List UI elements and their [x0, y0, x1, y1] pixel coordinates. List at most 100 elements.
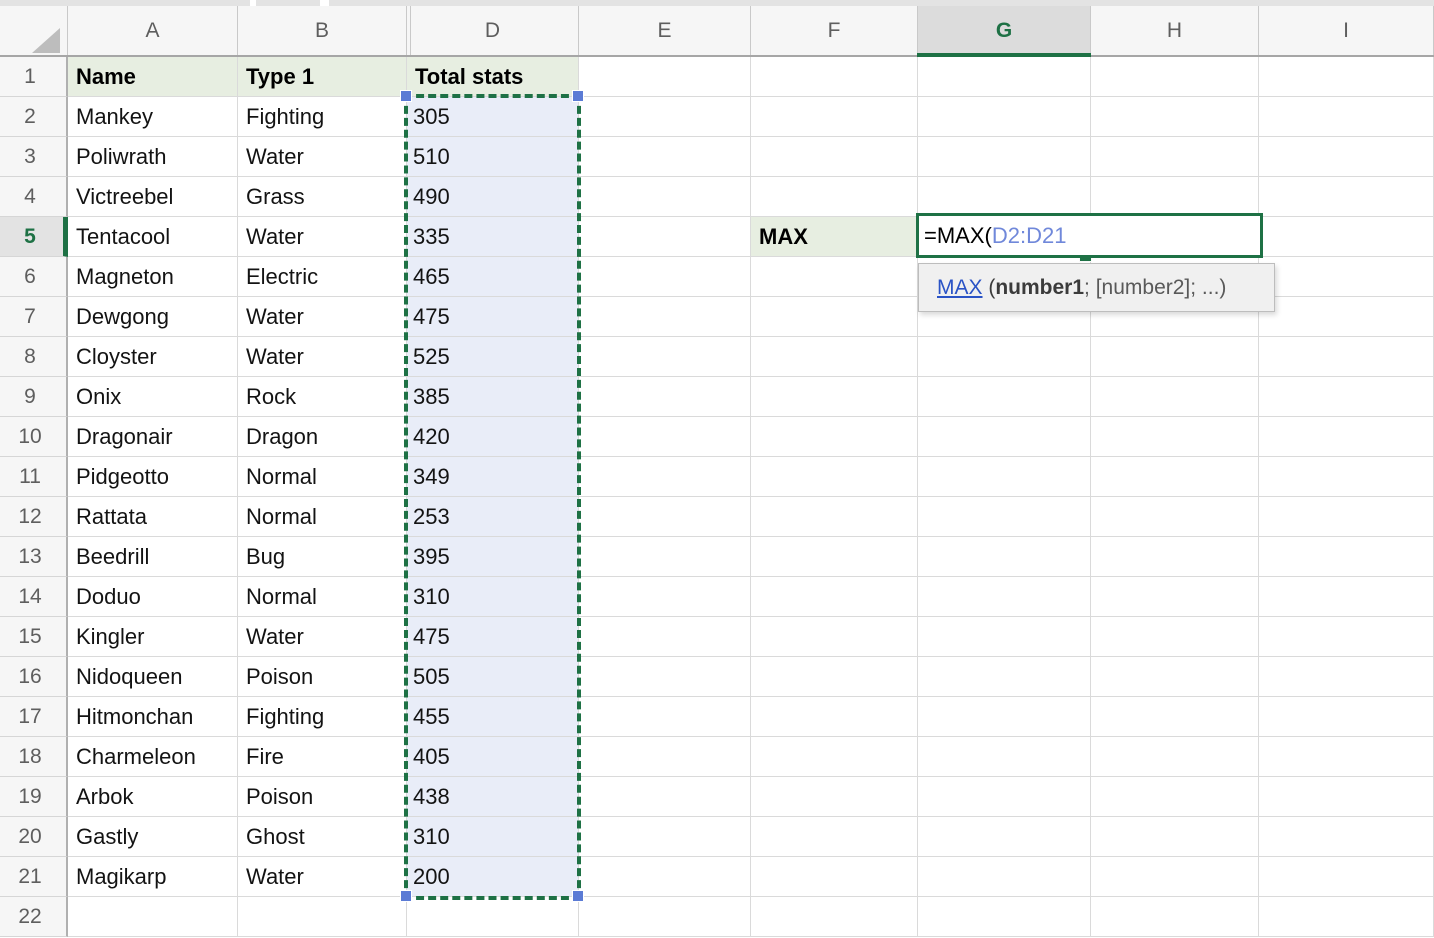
cell-I18[interactable] — [1259, 737, 1434, 777]
cell-F1[interactable] — [751, 57, 918, 97]
cell-B18[interactable]: Fire — [238, 737, 407, 777]
cell-H20[interactable] — [1091, 817, 1259, 857]
cell-A9[interactable]: Onix — [68, 377, 238, 417]
col-header-D[interactable]: D — [407, 6, 579, 55]
row-header-13[interactable]: 13 — [0, 537, 68, 577]
cell-I16[interactable] — [1259, 657, 1434, 697]
cell-D21[interactable]: 200 — [407, 857, 579, 897]
cell-G18[interactable] — [918, 737, 1091, 777]
cell-H3[interactable] — [1091, 137, 1259, 177]
cell-F5[interactable]: MAX — [751, 217, 918, 257]
cell-B12[interactable]: Normal — [238, 497, 407, 537]
cell-E11[interactable] — [579, 457, 751, 497]
cell-B3[interactable]: Water — [238, 137, 407, 177]
cell-H19[interactable] — [1091, 777, 1259, 817]
cell-G12[interactable] — [918, 497, 1091, 537]
row-header-17[interactable]: 17 — [0, 697, 68, 737]
cell-F12[interactable] — [751, 497, 918, 537]
cell-E1[interactable] — [579, 57, 751, 97]
cell-G10[interactable] — [918, 417, 1091, 457]
cell-A10[interactable]: Dragonair — [68, 417, 238, 457]
cell-E2[interactable] — [579, 97, 751, 137]
cell-E20[interactable] — [579, 817, 751, 857]
cell-A16[interactable]: Nidoqueen — [68, 657, 238, 697]
cell-H18[interactable] — [1091, 737, 1259, 777]
col-header-B[interactable]: B — [238, 6, 407, 55]
cell-B6[interactable]: Electric — [238, 257, 407, 297]
cell-I14[interactable] — [1259, 577, 1434, 617]
row-header-20[interactable]: 20 — [0, 817, 68, 857]
cell-E17[interactable] — [579, 697, 751, 737]
cell-A4[interactable]: Victreebel — [68, 177, 238, 217]
row-header-2[interactable]: 2 — [0, 97, 68, 137]
cell-G16[interactable] — [918, 657, 1091, 697]
row-header-4[interactable]: 4 — [0, 177, 68, 217]
cell-A11[interactable]: Pidgeotto — [68, 457, 238, 497]
cell-F17[interactable] — [751, 697, 918, 737]
cell-G17[interactable] — [918, 697, 1091, 737]
cell-E9[interactable] — [579, 377, 751, 417]
cell-A6[interactable]: Magneton — [68, 257, 238, 297]
cell-A19[interactable]: Arbok — [68, 777, 238, 817]
cell-H9[interactable] — [1091, 377, 1259, 417]
cell-I4[interactable] — [1259, 177, 1434, 217]
cell-F18[interactable] — [751, 737, 918, 777]
col-header-E[interactable]: E — [579, 6, 751, 55]
cell-F13[interactable] — [751, 537, 918, 577]
col-header-A[interactable]: A — [68, 6, 238, 55]
cell-D5[interactable]: 335 — [407, 217, 579, 257]
cell-B21[interactable]: Water — [238, 857, 407, 897]
cell-A17[interactable]: Hitmonchan — [68, 697, 238, 737]
cell-F4[interactable] — [751, 177, 918, 217]
row-header-8[interactable]: 8 — [0, 337, 68, 377]
cell-A15[interactable]: Kingler — [68, 617, 238, 657]
row-header-21[interactable]: 21 — [0, 857, 68, 897]
row-header-16[interactable]: 16 — [0, 657, 68, 697]
cell-G9[interactable] — [918, 377, 1091, 417]
cell-F21[interactable] — [751, 857, 918, 897]
cell-I6[interactable] — [1259, 257, 1434, 297]
cell-A14[interactable]: Doduo — [68, 577, 238, 617]
cell-B8[interactable]: Water — [238, 337, 407, 377]
cell-F11[interactable] — [751, 457, 918, 497]
cell-B2[interactable]: Fighting — [238, 97, 407, 137]
cell-F3[interactable] — [751, 137, 918, 177]
cell-B15[interactable]: Water — [238, 617, 407, 657]
cell-H16[interactable] — [1091, 657, 1259, 697]
cell-B17[interactable]: Fighting — [238, 697, 407, 737]
row-header-9[interactable]: 9 — [0, 377, 68, 417]
cell-I17[interactable] — [1259, 697, 1434, 737]
cell-D17[interactable]: 455 — [407, 697, 579, 737]
cell-B13[interactable]: Bug — [238, 537, 407, 577]
cell-I20[interactable] — [1259, 817, 1434, 857]
row-header-19[interactable]: 19 — [0, 777, 68, 817]
cell-D4[interactable]: 490 — [407, 177, 579, 217]
cell-D1[interactable]: Total stats — [407, 57, 579, 97]
cell-E19[interactable] — [579, 777, 751, 817]
cell-G8[interactable] — [918, 337, 1091, 377]
cell-G4[interactable] — [918, 177, 1091, 217]
cell-D16[interactable]: 505 — [407, 657, 579, 697]
edit-cell-G5[interactable]: =MAX(D2:D21 — [916, 213, 1263, 258]
cell-I8[interactable] — [1259, 337, 1434, 377]
cell-A20[interactable]: Gastly — [68, 817, 238, 857]
row-header-14[interactable]: 14 — [0, 577, 68, 617]
cell-G15[interactable] — [918, 617, 1091, 657]
cell-D7[interactable]: 475 — [407, 297, 579, 337]
cell-E4[interactable] — [579, 177, 751, 217]
cell-H13[interactable] — [1091, 537, 1259, 577]
cell-H17[interactable] — [1091, 697, 1259, 737]
cell-D13[interactable]: 395 — [407, 537, 579, 577]
cell-F22[interactable] — [751, 897, 918, 937]
row-header-5[interactable]: 5 — [0, 217, 68, 257]
col-header-H[interactable]: H — [1091, 6, 1259, 55]
row-header-6[interactable]: 6 — [0, 257, 68, 297]
cell-B5[interactable]: Water — [238, 217, 407, 257]
cell-I7[interactable] — [1259, 297, 1434, 337]
cell-D10[interactable]: 420 — [407, 417, 579, 457]
cell-D8[interactable]: 525 — [407, 337, 579, 377]
cell-B11[interactable]: Normal — [238, 457, 407, 497]
cell-I12[interactable] — [1259, 497, 1434, 537]
cell-D6[interactable]: 465 — [407, 257, 579, 297]
row-header-11[interactable]: 11 — [0, 457, 68, 497]
